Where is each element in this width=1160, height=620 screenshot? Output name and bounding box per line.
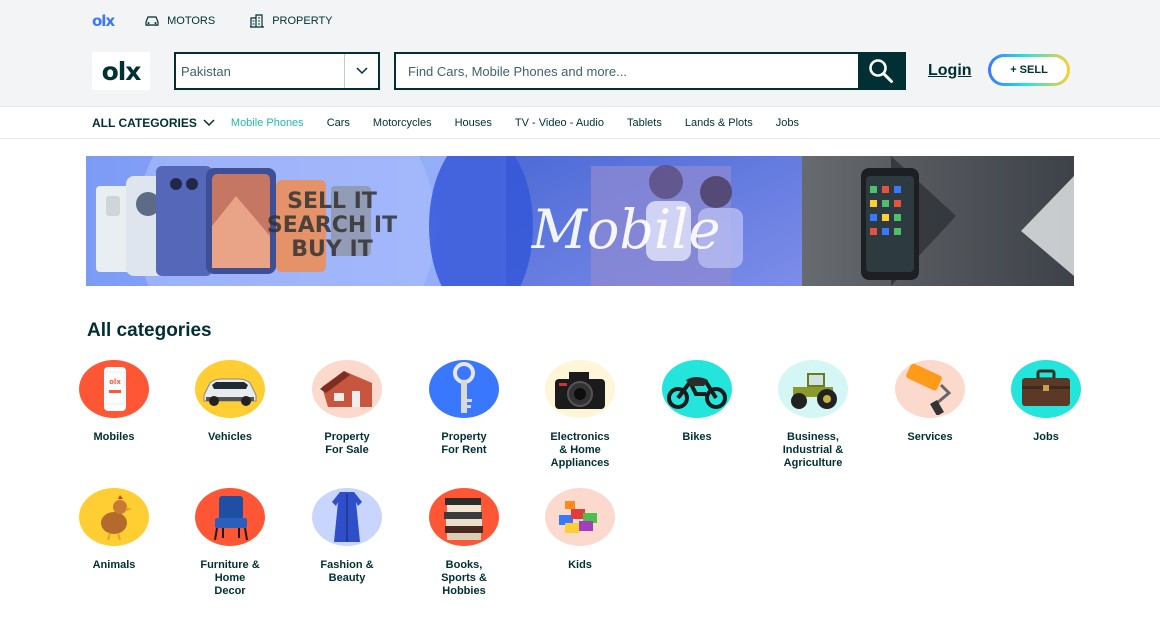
category-bar: ALL CATEGORIES Mobile Phones Cars Motorc… (0, 106, 1160, 139)
category-label: Electronics & Home Appliances (550, 431, 610, 469)
books-icon (444, 498, 483, 540)
top-links: olx MOTORS PROPERTY (92, 10, 367, 32)
category-label: Animals (92, 559, 136, 571)
search-button[interactable] (858, 54, 904, 88)
car-outline-icon (145, 16, 159, 26)
category-label: Mobiles (93, 431, 135, 443)
search-bar (394, 52, 906, 90)
chevron-down-icon (203, 118, 215, 126)
house-icon (320, 371, 372, 407)
catbar-link-motorcycles[interactable]: Motorcycles (373, 117, 432, 129)
category-property-for-rent-circle (429, 360, 499, 418)
category-bikes[interactable]: Bikes (655, 360, 739, 444)
mobile-phone-icon: olx (104, 367, 126, 411)
banner-text-buy: BUY IT (291, 237, 372, 262)
banner-script-text: Mobile (531, 198, 721, 261)
category-animals-circle (79, 488, 149, 546)
category-label: Books, Sports & Hobbies (441, 559, 487, 597)
location-dropdown-button[interactable] (344, 54, 378, 88)
dress-icon (332, 492, 362, 542)
category-services[interactable]: Services (888, 360, 972, 444)
category-mobiles[interactable]: olx Mobiles (72, 360, 156, 444)
chicken-icon (101, 495, 132, 541)
all-categories-dropdown[interactable]: ALL CATEGORIES (92, 116, 215, 130)
car-icon (203, 378, 257, 406)
search-input[interactable] (396, 54, 858, 88)
camera-icon (555, 372, 605, 409)
category-furniture-circle (195, 488, 265, 546)
category-property-for-rent[interactable]: Property For Rent (422, 360, 506, 457)
category-fashion[interactable]: Fashion & Beauty (305, 488, 389, 585)
catbar-link-lands-plots[interactable]: Lands & Plots (685, 117, 753, 129)
motors-link[interactable]: MOTORS (144, 15, 215, 27)
toy-blocks-icon (559, 501, 597, 533)
category-vehicles[interactable]: Vehicles (188, 360, 272, 444)
property-label: PROPERTY (272, 15, 333, 27)
category-label: Business, Industrial & Agriculture (782, 431, 844, 469)
category-business-industrial-circle (778, 360, 848, 418)
category-label: Furniture & Home Decor (200, 559, 260, 597)
catbar-link-cars[interactable]: Cars (327, 117, 350, 129)
category-jobs-circle (1011, 360, 1081, 418)
category-books-sports-circle (429, 488, 499, 546)
logo-text: olx (101, 56, 142, 86)
section-title: All categories (87, 320, 212, 341)
olx-logo[interactable]: olx (92, 52, 150, 90)
category-jobs[interactable]: Jobs (1004, 360, 1088, 444)
category-electronics-circle (545, 360, 615, 418)
all-categories-label: ALL CATEGORIES (92, 115, 197, 130)
category-electronics[interactable]: Electronics & Home Appliances (538, 360, 622, 470)
olx-brand-link[interactable]: olx (92, 12, 115, 30)
svg-text:olx: olx (109, 378, 121, 386)
paint-roller-icon (906, 363, 952, 415)
category-fashion-circle (312, 488, 382, 546)
tractor-icon (791, 373, 837, 409)
chair-icon (214, 496, 248, 541)
category-mobiles-circle: olx (79, 360, 149, 418)
property-link[interactable]: PROPERTY (249, 14, 333, 28)
category-label: Vehicles (207, 431, 253, 443)
category-label: Services (907, 431, 953, 443)
category-business-industrial[interactable]: Business, Industrial & Agriculture (771, 360, 855, 470)
promo-banner[interactable]: SELL IT SEARCH IT BUY IT Mobile (86, 156, 1074, 286)
catbar-link-tv-video-audio[interactable]: TV - Video - Audio (515, 117, 604, 129)
briefcase-icon (1022, 369, 1070, 406)
category-kids-circle (545, 488, 615, 546)
category-bikes-circle (662, 360, 732, 418)
motorbike-icon (667, 377, 727, 409)
category-animals[interactable]: Animals (72, 488, 156, 572)
category-label: Property For Rent (441, 431, 487, 456)
banner-text-search: SEARCH IT (267, 213, 397, 238)
catbar-link-tablets[interactable]: Tablets (627, 117, 662, 129)
category-label: Jobs (1033, 431, 1059, 443)
catbar-link-mobile-phones[interactable]: Mobile Phones (231, 117, 304, 129)
header: olx Pakistan Login + SELL (92, 52, 1072, 90)
key-icon (453, 362, 475, 413)
category-vehicles-circle (195, 360, 265, 418)
building-icon (250, 14, 265, 28)
search-icon (869, 59, 893, 83)
category-services-circle (895, 360, 965, 418)
category-furniture[interactable]: Furniture & Home Decor (188, 488, 272, 598)
category-kids[interactable]: Kids (538, 488, 622, 572)
category-label: Bikes (682, 431, 712, 443)
location-selector[interactable]: Pakistan (174, 52, 380, 90)
category-property-for-sale-circle (312, 360, 382, 418)
location-value: Pakistan (181, 64, 231, 79)
category-label: Fashion & Beauty (320, 559, 374, 584)
category-books-sports[interactable]: Books, Sports & Hobbies (422, 488, 506, 598)
sell-label: + SELL (991, 57, 1067, 83)
banner-artwork: SELL IT SEARCH IT BUY IT Mobile (86, 156, 1074, 286)
catbar-link-houses[interactable]: Houses (455, 117, 492, 129)
banner-text-sell: SELL IT (287, 189, 377, 214)
chevron-down-icon (355, 67, 368, 75)
sell-button[interactable]: + SELL (988, 54, 1070, 86)
category-property-for-sale[interactable]: Property For Sale (305, 360, 389, 457)
login-link[interactable]: Login (928, 62, 972, 80)
category-label: Property For Sale (324, 431, 370, 456)
category-label: Kids (568, 559, 592, 571)
catbar-link-jobs[interactable]: Jobs (776, 117, 799, 129)
motors-label: MOTORS (167, 15, 216, 27)
